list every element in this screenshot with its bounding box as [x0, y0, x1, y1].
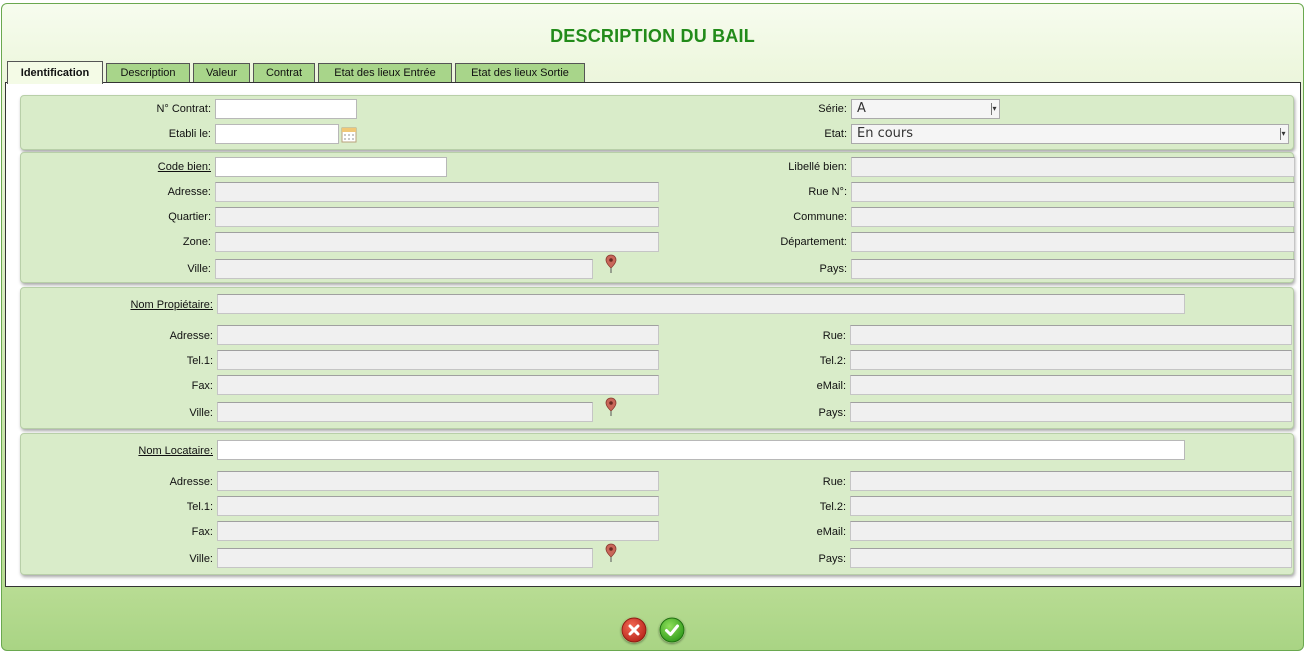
proprietaire-pays-label: Pays: — [818, 407, 846, 419]
proprietaire-email-field — [850, 375, 1292, 395]
section-bien: Code bien: Libellé bien: Adresse: Rue N°… — [20, 152, 1295, 283]
etabli-le-input[interactable] — [215, 124, 339, 144]
map-pin-icon[interactable] — [605, 397, 617, 417]
locataire-fax-label: Fax: — [191, 526, 213, 538]
nom-locataire-label[interactable]: Nom Locataire: — [138, 445, 213, 457]
tab-etat-lieux-sortie[interactable]: Etat des lieux Sortie — [455, 63, 585, 83]
departement-label: Département: — [780, 236, 847, 248]
map-pin-icon[interactable] — [605, 543, 617, 563]
locataire-rue-field — [850, 471, 1292, 491]
bien-ville-field — [215, 259, 593, 279]
etat-label: Etat: — [824, 128, 847, 140]
confirm-button[interactable] — [659, 617, 685, 643]
locataire-fax-field — [217, 521, 659, 541]
chevron-down-icon: ▾ — [1280, 128, 1286, 140]
tab-etat-lieux-entree[interactable]: Etat des lieux Entrée — [318, 63, 452, 83]
proprietaire-rue-label: Rue: — [822, 330, 846, 342]
nom-proprietaire-label[interactable]: Nom Propiétaire: — [130, 299, 213, 311]
libelle-bien-label: Libellé bien: — [788, 161, 847, 173]
proprietaire-adresse-label: Adresse: — [169, 330, 213, 342]
tab-contrat[interactable]: Contrat — [253, 63, 315, 83]
bien-zone-field — [215, 232, 659, 252]
calendar-icon[interactable] — [341, 127, 357, 143]
bien-quartier-field — [215, 207, 659, 227]
locataire-tel2-field — [850, 496, 1292, 516]
page-title: DESCRIPTION DU BAIL — [550, 26, 755, 46]
proprietaire-tel1-label: Tel.1: — [186, 355, 213, 367]
proprietaire-email-label: eMail: — [816, 380, 846, 392]
map-pin-icon[interactable] — [605, 254, 617, 274]
locataire-pays-field — [850, 548, 1292, 568]
commune-label: Commune: — [793, 211, 847, 223]
nom-locataire-input[interactable] — [217, 440, 1185, 460]
tab-description[interactable]: Description — [106, 63, 190, 83]
code-bien-label[interactable]: Code bien: — [158, 161, 211, 173]
locataire-ville-label: Ville: — [189, 553, 213, 565]
proprietaire-pays-field — [850, 402, 1292, 422]
zone-label: Zone: — [182, 236, 211, 248]
tab-identification[interactable]: Identification — [7, 61, 103, 84]
serie-label: Série: — [818, 103, 847, 115]
rue-label: Rue N°: — [808, 186, 847, 198]
proprietaire-adresse-field — [217, 325, 659, 345]
proprietaire-rue-field — [850, 325, 1292, 345]
locataire-rue-label: Rue: — [822, 476, 846, 488]
locataire-tel2-label: Tel.2: — [819, 501, 846, 513]
numero-contrat-input[interactable] — [215, 99, 357, 119]
section-contrat: N° Contrat: Etabli le: Série: A ▾ Etat: … — [20, 95, 1294, 150]
serie-select[interactable]: A ▾ — [851, 99, 1000, 119]
dialog-frame: DESCRIPTION DU BAIL Identification Descr… — [1, 3, 1304, 651]
serie-value: A — [857, 101, 866, 116]
numero-contrat-label: N° Contrat: — [156, 103, 211, 115]
nom-proprietaire-field — [217, 294, 1185, 314]
cancel-button[interactable] — [621, 617, 647, 643]
locataire-tel1-field — [217, 496, 659, 516]
proprietaire-fax-field — [217, 375, 659, 395]
etat-select[interactable]: En cours ▾ — [851, 124, 1289, 144]
locataire-ville-field — [217, 548, 593, 568]
etabli-le-label: Etabli le: — [168, 128, 211, 140]
locataire-email-field — [850, 521, 1292, 541]
chevron-down-icon: ▾ — [991, 103, 997, 115]
etat-value: En cours — [857, 126, 914, 141]
ville-label: Ville: — [187, 263, 211, 275]
bien-commune-field — [851, 207, 1295, 227]
locataire-adresse-field — [217, 471, 659, 491]
tab-valeur[interactable]: Valeur — [193, 63, 250, 83]
locataire-pays-label: Pays: — [818, 553, 846, 565]
bien-adresse-field — [215, 182, 659, 202]
libelle-bien-field — [851, 157, 1295, 177]
pays-label: Pays: — [819, 263, 847, 275]
proprietaire-tel2-field — [850, 350, 1292, 370]
proprietaire-tel1-field — [217, 350, 659, 370]
quartier-label: Quartier: — [168, 211, 211, 223]
proprietaire-ville-label: Ville: — [189, 407, 213, 419]
tab-content-identification: N° Contrat: Etabli le: Série: A ▾ Etat: … — [5, 82, 1301, 587]
section-proprietaire: Nom Propiétaire: Adresse: Rue: Tel.1: Te… — [20, 287, 1294, 429]
locataire-tel1-label: Tel.1: — [186, 501, 213, 513]
locataire-email-label: eMail: — [816, 526, 846, 538]
bien-departement-field — [851, 232, 1295, 252]
proprietaire-fax-label: Fax: — [191, 380, 213, 392]
locataire-adresse-label: Adresse: — [169, 476, 213, 488]
code-bien-input[interactable] — [215, 157, 447, 177]
bien-rue-field — [851, 182, 1295, 202]
proprietaire-tel2-label: Tel.2: — [819, 355, 846, 367]
section-locataire: Nom Locataire: Adresse: Rue: Tel.1: Tel.… — [20, 433, 1294, 575]
adresse-label: Adresse: — [167, 186, 211, 198]
proprietaire-ville-field — [217, 402, 593, 422]
bien-pays-field — [851, 259, 1295, 279]
